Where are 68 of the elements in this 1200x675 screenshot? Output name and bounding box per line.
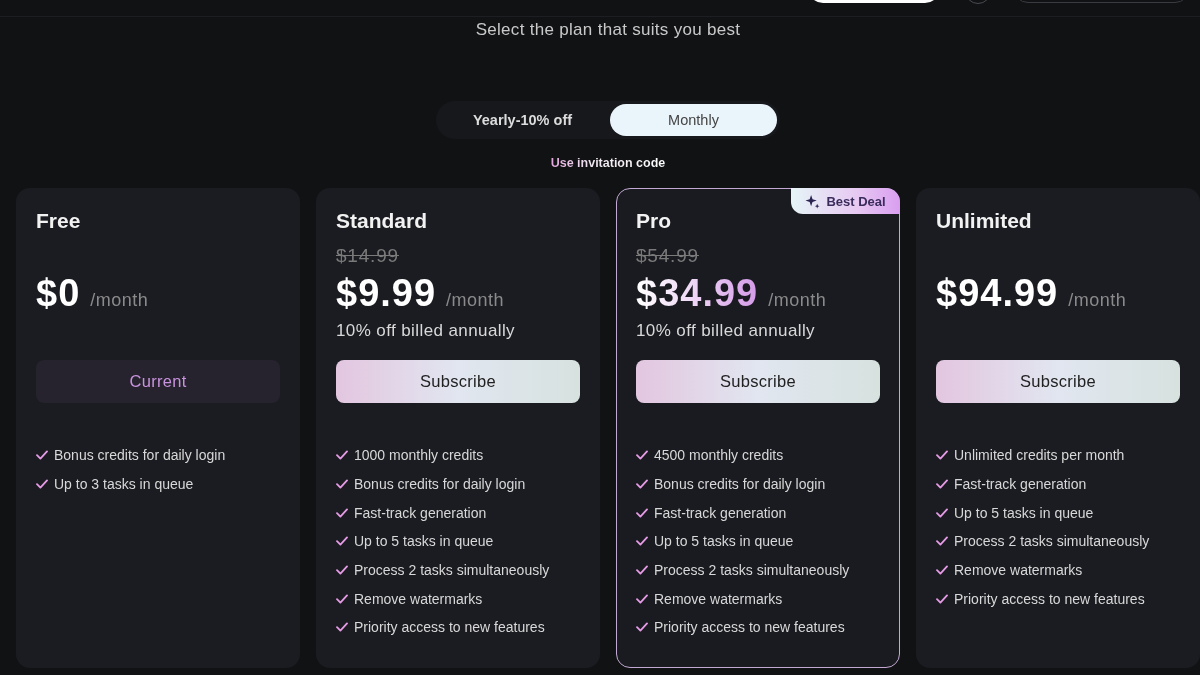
check-icon [636,536,648,547]
price-period: /month [768,290,827,311]
check-icon [636,479,648,490]
billing-note: 10% off billed annually [636,321,815,340]
check-icon [336,450,348,461]
plan-button[interactable]: Current [36,360,280,403]
check-icon [636,565,648,576]
price-period: /month [90,290,149,311]
badge-label: Best Deal [826,193,886,209]
plan-price: $94.99 [936,271,1059,316]
billing-tab[interactable]: Yearly-10% off [439,104,606,136]
check-icon [936,507,948,518]
check-icon [336,565,348,576]
feature-text: Remove watermarks [954,562,1083,579]
check-icon [336,507,348,518]
check-icon [336,593,348,604]
check-icon [636,622,648,633]
plan-price: $0 [36,271,81,316]
plan-button[interactable]: Subscribe [636,360,880,403]
sparkle-icon [805,193,821,209]
feature-text: Bonus credits for daily login [54,447,226,464]
feature-text: Remove watermarks [354,590,483,607]
feature-text: Process 2 tasks simultaneously [354,562,550,579]
check-icon [36,450,48,461]
check-icon [636,593,648,604]
plan-name: Pro [636,208,671,234]
feature-text: Fast-track generation [354,504,487,521]
check-icon [36,479,48,490]
feature-text: Up to 3 tasks in queue [54,476,194,493]
feature-text: Priority access to new features [654,619,845,636]
feature-text: Fast-track generation [954,476,1087,493]
check-icon [936,536,948,547]
feature-text: Priority access to new features [954,590,1145,607]
feature-text: Up to 5 tasks in queue [954,504,1094,521]
check-icon [936,479,948,490]
feature-text: 4500 monthly credits [654,447,784,464]
feature-text: Priority access to new features [354,619,545,636]
original-price: $14.99 [336,245,399,266]
check-icon [336,622,348,633]
price-period: /month [446,290,505,311]
price-period: /month [1068,290,1127,311]
plan-name: Standard [336,208,427,234]
feature-text: Bonus credits for daily login [354,476,526,493]
feature-text: Process 2 tasks simultaneously [654,562,850,579]
feature-text: Bonus credits for daily login [654,476,826,493]
check-icon [336,536,348,547]
billing-note: 10% off billed annually [336,321,515,340]
feature-text: Unlimited credits per month [954,447,1125,464]
plan-button[interactable]: Subscribe [936,360,1180,403]
original-price: $54.99 [636,245,699,266]
billing-tab[interactable]: Monthly [610,104,777,136]
feature-text: Up to 5 tasks in queue [354,533,494,550]
feature-text: Remove watermarks [654,590,783,607]
plan-button[interactable]: Subscribe [336,360,580,403]
feature-text: 1000 monthly credits [354,447,484,464]
check-icon [636,507,648,518]
check-icon [636,450,648,461]
check-icon [936,565,948,576]
page-subtitle: Select the plan that suits you best [475,19,741,41]
feature-text: Fast-track generation [654,504,787,521]
check-icon [936,593,948,604]
feature-text: Up to 5 tasks in queue [654,533,794,550]
check-icon [336,479,348,490]
plan-name: Unlimited [936,208,1032,234]
plan-name: Free [36,208,81,234]
feature-text: Process 2 tasks simultaneously [954,533,1150,550]
check-icon [936,450,948,461]
plan-price: $9.99 [336,271,437,316]
